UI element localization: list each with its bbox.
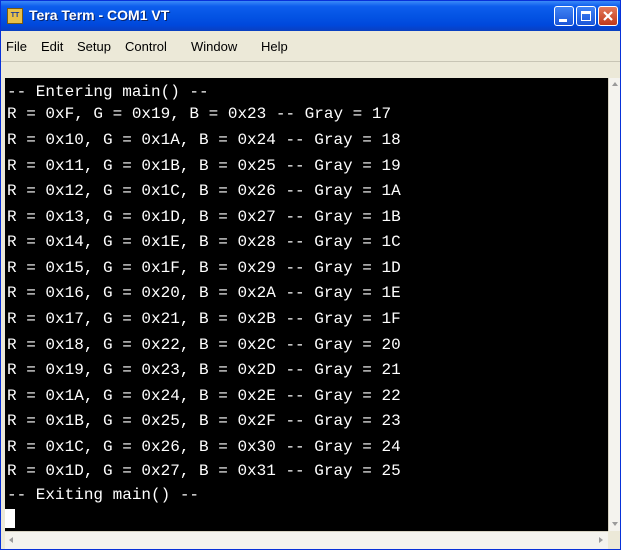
terminal-line: R = 0x11, G = 0x1B, B = 0x25 -- Gray = 1… (7, 157, 401, 175)
terminal-line: R = 0x19, G = 0x23, B = 0x2D -- Gray = 2… (7, 361, 401, 379)
terminal-line: R = 0x1C, G = 0x26, B = 0x30 -- Gray = 2… (7, 438, 401, 456)
minimize-button[interactable] (554, 6, 574, 26)
vertical-scrollbar[interactable] (608, 78, 620, 531)
minimize-icon (559, 19, 567, 22)
close-button[interactable] (598, 6, 618, 26)
terminal-line: R = 0x18, G = 0x22, B = 0x2C -- Gray = 2… (7, 336, 401, 354)
teraterm-app-icon[interactable]: TT (7, 8, 23, 24)
teraterm-window: TT Tera Term - COM1 VT File Edit Setup C… (0, 0, 621, 550)
menu-bar: File Edit Setup Control Window Help (1, 31, 620, 62)
menu-edit[interactable]: Edit (41, 39, 63, 54)
terminal-line: R = 0x13, G = 0x1D, B = 0x27 -- Gray = 1… (7, 208, 401, 226)
terminal-line: R = 0x16, G = 0x20, B = 0x2A -- Gray = 1… (7, 284, 401, 302)
close-icon (603, 11, 613, 21)
scroll-up-arrow-icon[interactable] (612, 82, 618, 86)
terminal-line: R = 0x17, G = 0x21, B = 0x2B -- Gray = 1… (7, 310, 401, 328)
menu-file[interactable]: File (6, 39, 27, 54)
scroll-down-arrow-icon[interactable] (612, 522, 618, 526)
terminal-output[interactable]: -- Entering main() -- R = 0xF, G = 0x19,… (5, 78, 608, 531)
menu-window[interactable]: Window (191, 39, 237, 54)
terminal-line: R = 0x12, G = 0x1C, B = 0x26 -- Gray = 1… (7, 182, 401, 200)
menu-setup[interactable]: Setup (77, 39, 111, 54)
horizontal-scrollbar[interactable] (5, 531, 608, 549)
terminal-line: -- Exiting main() -- (7, 486, 200, 504)
terminal-line: R = 0x15, G = 0x1F, B = 0x29 -- Gray = 1… (7, 259, 401, 277)
menu-help[interactable]: Help (261, 39, 288, 54)
terminal-line: R = 0x1A, G = 0x24, B = 0x2E -- Gray = 2… (7, 387, 401, 405)
terminal-line: R = 0x10, G = 0x1A, B = 0x24 -- Gray = 1… (7, 131, 401, 149)
menu-control[interactable]: Control (125, 39, 167, 54)
scroll-left-arrow-icon[interactable] (9, 537, 13, 543)
terminal-cursor (5, 509, 15, 528)
scrollbar-corner (608, 531, 620, 549)
terminal-line: R = 0x1B, G = 0x25, B = 0x2F -- Gray = 2… (7, 412, 401, 430)
terminal-line: -- Entering main() -- (7, 83, 209, 101)
scroll-right-arrow-icon[interactable] (599, 537, 603, 543)
maximize-button[interactable] (576, 6, 596, 26)
terminal-line: R = 0x1D, G = 0x27, B = 0x31 -- Gray = 2… (7, 462, 401, 480)
terminal-line: R = 0xF, G = 0x19, B = 0x23 -- Gray = 17 (7, 105, 392, 123)
terminal-line: R = 0x14, G = 0x1E, B = 0x28 -- Gray = 1… (7, 233, 401, 251)
title-bar[interactable]: TT Tera Term - COM1 VT (1, 1, 620, 31)
maximize-icon (581, 11, 591, 21)
window-title: Tera Term - COM1 VT (29, 7, 170, 23)
